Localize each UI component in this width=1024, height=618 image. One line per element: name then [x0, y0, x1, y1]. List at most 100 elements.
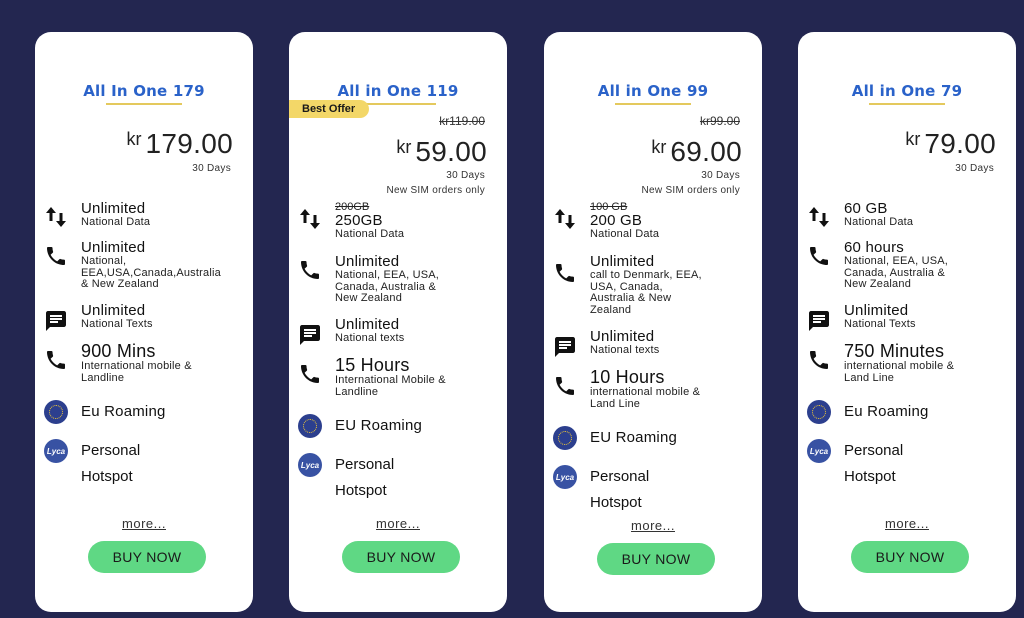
plan-card-79: All in One 79 kr 79.00 30 Days 60 GB Nat…	[798, 32, 1016, 612]
intl-amount: 750 Minutes	[844, 341, 945, 361]
validity-days: 30 Days	[192, 163, 231, 174]
feature-texts: Unlimited National Texts	[46, 302, 253, 331]
lyca-hotspot-icon: Lyca	[43, 438, 69, 464]
intl-amount: 900 Mins	[81, 341, 156, 361]
plan-title: All in One 119	[337, 82, 459, 100]
new-sim-note: New SIM orders only	[386, 185, 485, 196]
calls-amount: Unlimited	[590, 253, 655, 270]
new-sim-note: New SIM orders only	[641, 185, 740, 196]
price-amount: 79.00	[924, 128, 996, 159]
hotspot-label-2: Hotspot	[590, 494, 642, 511]
phone-icon	[806, 347, 832, 373]
plan-title: All in One 99	[597, 82, 709, 100]
buy-now-button[interactable]: BUY NOW	[851, 541, 969, 573]
price-amount: 179.00	[145, 128, 233, 159]
feature-hotspot: Lyca Personal Hotspot	[298, 452, 507, 504]
calls-amount: 60 hours	[844, 239, 904, 256]
feature-roaming: EU Roaming	[298, 414, 507, 438]
validity-days: 30 Days	[446, 170, 485, 181]
more-link[interactable]: more...	[544, 518, 762, 533]
feature-calls: Unlimited call to Denmark, EEA, USA, Can…	[556, 253, 762, 316]
calls-amount: Unlimited	[81, 239, 146, 256]
data-desc: National Data	[81, 216, 151, 228]
data-desc: National Data	[335, 228, 405, 240]
price-amount: 59.00	[415, 136, 487, 167]
intl-amount: 10 Hours	[590, 367, 665, 387]
data-transfer-icon	[552, 206, 578, 232]
feature-roaming: Eu Roaming	[44, 400, 253, 424]
texts-amount: Unlimited	[590, 328, 655, 345]
calls-desc: National, EEA, USA, Canada, Australia & …	[844, 255, 949, 290]
phone-icon	[552, 260, 578, 286]
price-amount: 69.00	[670, 136, 742, 167]
roaming-label: EU Roaming	[590, 429, 678, 446]
hotspot-label-1: Personal	[844, 442, 904, 459]
price-currency: kr	[126, 129, 142, 149]
plan-title: All in One 79	[851, 82, 963, 100]
texts-amount: Unlimited	[844, 302, 909, 319]
buy-now-button[interactable]: BUY NOW	[88, 541, 206, 573]
texts-amount: Unlimited	[335, 316, 400, 333]
feature-roaming: EU Roaming	[553, 426, 762, 450]
feature-international: 10 Hours international mobile & Land Lin…	[556, 367, 762, 410]
texts-amount: Unlimited	[81, 302, 146, 319]
phone-icon	[43, 347, 69, 373]
validity-days: 30 Days	[701, 170, 740, 181]
price: kr 79.00	[905, 128, 996, 160]
title-underline	[106, 103, 182, 105]
data-transfer-icon	[806, 204, 832, 230]
feature-texts: Unlimited National texts	[300, 316, 507, 345]
calls-desc: call to Denmark, EEA, USA, Canada, Austr…	[590, 269, 702, 316]
hotspot-label-1: Personal	[335, 456, 395, 473]
feature-hotspot: Lyca Personal Hotspot	[44, 438, 253, 490]
feature-calls: Unlimited National, EEA, USA, Canada, Au…	[301, 254, 507, 305]
calls-desc: National, EEA, USA, Canada, Australia & …	[335, 269, 440, 304]
hotspot-label-2: Hotspot	[844, 468, 896, 485]
eu-flag-icon	[552, 425, 578, 451]
feature-texts: Unlimited National Texts	[809, 302, 1016, 331]
buy-now-button[interactable]: BUY NOW	[342, 541, 460, 573]
price-currency: kr	[396, 137, 412, 157]
phone-icon	[806, 243, 832, 269]
plan-title: All In One 179	[83, 82, 205, 100]
title-underline	[869, 103, 945, 105]
price: kr 59.00	[396, 136, 487, 168]
texts-desc: National Texts	[844, 318, 916, 330]
data-amount: 250GB	[335, 212, 383, 229]
feature-data: 100 GB 200 GB National Data	[555, 201, 762, 241]
feature-calls: Unlimited National, EEA,USA,Canada,Austr…	[47, 239, 253, 291]
texts-desc: National texts	[335, 332, 405, 344]
feature-international: 900 Mins International mobile & Landline	[47, 341, 253, 384]
data-amount: Unlimited	[81, 200, 146, 217]
eu-flag-icon	[806, 399, 832, 425]
feature-roaming: Eu Roaming	[807, 400, 1016, 424]
data-amount: 60 GB	[844, 200, 888, 217]
buy-now-button[interactable]: BUY NOW	[597, 543, 715, 575]
data-amount: 200 GB	[590, 212, 643, 229]
lyca-hotspot-icon: Lyca	[806, 438, 832, 464]
texts-desc: National Texts	[81, 318, 153, 330]
plan-card-99: All in One 99 kr99.00 kr 69.00 30 Days N…	[544, 32, 762, 612]
more-link[interactable]: more...	[35, 516, 253, 531]
price: kr 69.00	[651, 136, 742, 168]
best-offer-badge: Best Offer	[289, 100, 369, 118]
hotspot-label-1: Personal	[81, 442, 141, 459]
intl-amount: 15 Hours	[335, 355, 410, 375]
message-icon	[43, 308, 69, 334]
feature-texts: Unlimited National texts	[555, 328, 762, 357]
phone-icon	[43, 243, 69, 269]
more-link[interactable]: more...	[289, 516, 507, 531]
roaming-label: EU Roaming	[335, 417, 423, 434]
data-transfer-icon	[43, 204, 69, 230]
more-link[interactable]: more...	[798, 516, 1016, 531]
feature-calls: 60 hours National, EEA, USA, Canada, Aus…	[810, 239, 1016, 291]
old-price: kr119.00	[439, 114, 485, 128]
data-desc: National Data	[590, 228, 660, 240]
old-price: kr99.00	[699, 114, 740, 128]
intl-desc: international mobile & Land Line	[590, 386, 701, 410]
feature-hotspot: Lyca Personal Hotspot	[807, 438, 1016, 490]
title-underline	[360, 103, 436, 105]
feature-data: Unlimited National Data	[46, 200, 253, 229]
feature-data: 200GB 250GB National Data	[300, 201, 507, 241]
intl-desc: International Mobile & Landline	[335, 374, 446, 398]
